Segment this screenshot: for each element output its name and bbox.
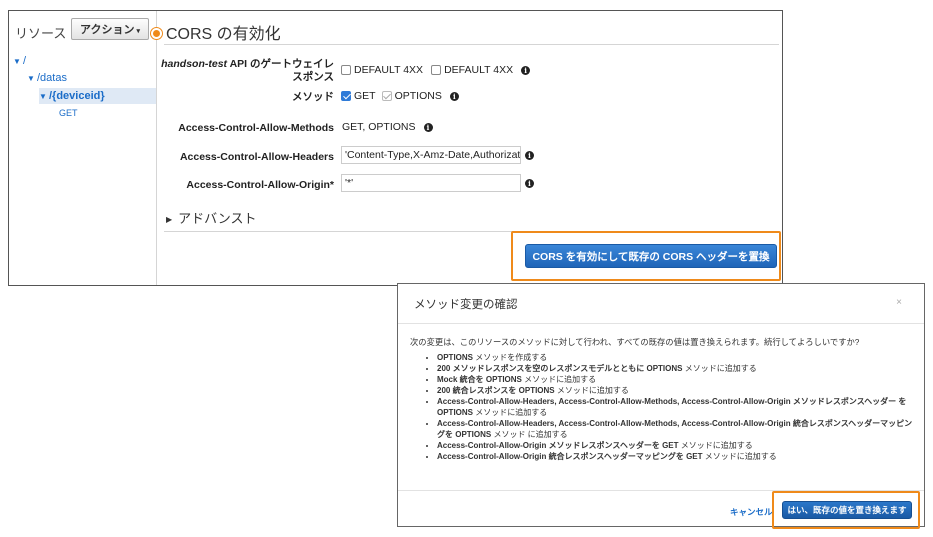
- list-item: 200 メソッドレスポンスを空のレスポンスモデルとともに OPTIONS メソッ…: [437, 363, 915, 374]
- action-dropdown-button[interactable]: アクション ▾: [71, 18, 149, 40]
- allow-origin-input[interactable]: '*': [341, 174, 521, 192]
- gateway-response-label: handson-test API のゲートウェイレスポンス: [161, 58, 334, 83]
- changes-list: OPTIONS メソッドを作成する 200 メソッドレスポンスを空のレスポンスモ…: [425, 352, 915, 462]
- allow-headers-input[interactable]: 'Content-Type,X-Amz-Date,Authorization,X…: [341, 146, 521, 164]
- cancel-link[interactable]: キャンセル: [730, 506, 773, 518]
- close-icon[interactable]: ×: [896, 297, 902, 308]
- info-icon[interactable]: i: [521, 65, 531, 75]
- triangle-down-icon: ▼: [39, 92, 47, 101]
- allow-headers-label: Access-Control-Allow-Headers: [179, 151, 334, 163]
- confirm-replace-button[interactable]: はい、既存の値を置き換えます: [782, 501, 912, 519]
- list-item: Mock 統合を OPTIONS メソッドに追加する: [437, 374, 915, 385]
- caret-down-icon: ▾: [136, 28, 140, 35]
- resources-panel: リソース アクション ▾ ▼ / ▼/datas ▼/{deviceid} GET: [9, 11, 157, 285]
- dialog-description: 次の変更は、このリソースのメソッドに対して行われ、すべての既存の値は置き換えられ…: [410, 337, 860, 347]
- tree-item-deviceid[interactable]: ▼/{deviceid}: [39, 88, 156, 104]
- method-options: GET OPTIONS i: [341, 90, 459, 102]
- list-item: Access-Control-Allow-Headers, Access-Con…: [437, 418, 915, 440]
- list-item: Access-Control-Allow-Headers, Access-Con…: [437, 396, 915, 418]
- get-checkbox[interactable]: [341, 91, 351, 101]
- triangle-down-icon: ▼: [13, 57, 21, 66]
- info-icon[interactable]: i: [449, 91, 459, 101]
- info-icon[interactable]: i: [525, 179, 534, 188]
- info-icon[interactable]: i: [423, 122, 433, 132]
- info-icon[interactable]: i: [525, 151, 534, 160]
- title-divider: [164, 44, 779, 45]
- triangle-right-icon: ▶: [166, 215, 173, 225]
- tree-item-root[interactable]: ▼ /: [13, 53, 26, 69]
- annotation-dot: [151, 28, 162, 39]
- default4xx-checkbox-b[interactable]: [431, 65, 442, 75]
- advanced-toggle[interactable]: ▶ アドバンスト: [166, 208, 257, 227]
- default4xx-label-b: DEFAULT 4XX: [444, 64, 514, 76]
- allow-methods-label: Access-Control-Allow-Methods: [178, 122, 334, 134]
- triangle-down-icon: ▼: [27, 74, 35, 83]
- list-item: 200 統合レスポンスを OPTIONS メソッドに追加する: [437, 385, 915, 396]
- list-item: OPTIONS メソッドを作成する: [437, 352, 915, 363]
- default4xx-label-a: DEFAULT 4XX: [354, 64, 424, 76]
- list-item: Access-Control-Allow-Origin 統合レスポンスヘッダーマ…: [437, 451, 915, 462]
- dialog-title: メソッド変更の確認: [414, 299, 518, 311]
- options-checkbox: [381, 91, 392, 101]
- get-label: GET: [354, 90, 376, 102]
- tree-item-get[interactable]: GET: [59, 105, 78, 121]
- default4xx-checkbox-a[interactable]: [341, 65, 351, 75]
- tree-item-datas[interactable]: ▼/datas: [27, 70, 67, 86]
- method-label: メソッド: [292, 91, 334, 103]
- dialog-header-divider: [398, 323, 924, 324]
- list-item: Access-Control-Allow-Origin メソッドレスポンスヘッダ…: [437, 440, 915, 451]
- options-label: OPTIONS: [394, 90, 442, 102]
- allow-methods-value: GET, OPTIONS i: [342, 121, 433, 133]
- allow-origin-label: Access-Control-Allow-Origin*: [186, 179, 334, 191]
- page-title: CORS の有効化: [166, 26, 281, 43]
- gateway-response-options: DEFAULT 4XX DEFAULT 4XX i: [341, 64, 531, 76]
- resources-title: リソース: [15, 26, 67, 41]
- enable-cors-button[interactable]: CORS を有効にして既存の CORS ヘッダーを置換: [525, 244, 777, 268]
